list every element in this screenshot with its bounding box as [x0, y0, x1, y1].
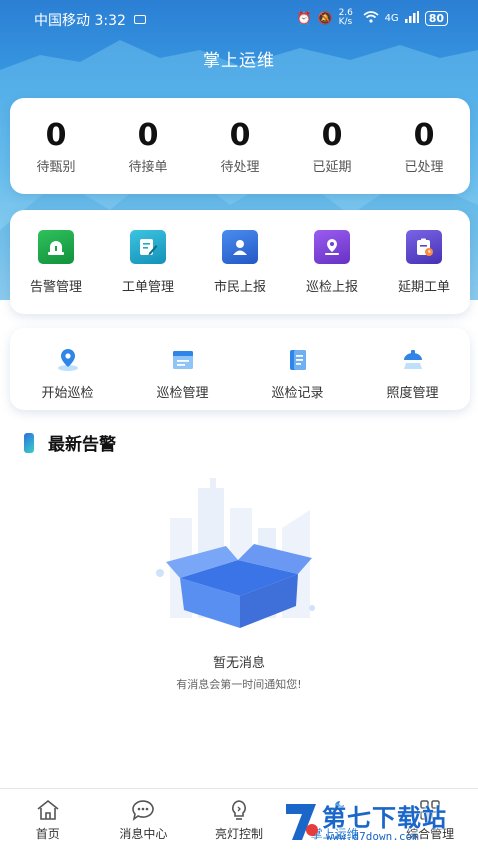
signal-type: 4G [384, 12, 399, 24]
tab-label: 首页 [35, 827, 60, 841]
lamp-icon [400, 348, 426, 372]
empty-box-illustration [150, 478, 330, 642]
watermark-logo-icon [286, 804, 318, 840]
stats-card: 0 待甄别 0 待接单 0 待处理 0 已延期 0 已处理 [10, 98, 470, 194]
tab-light-control[interactable]: 亮灯控制 [191, 789, 287, 850]
menu-label: 市民上报 [213, 280, 266, 295]
stat-pending-process[interactable]: 0 待处理 [194, 98, 286, 194]
stat-delayed[interactable]: 0 已延期 [286, 98, 378, 194]
tab-label: 消息中心 [119, 827, 168, 841]
clock: 3:32 [94, 13, 126, 29]
tab-messages[interactable]: 消息中心 [96, 789, 192, 850]
citizen-report-icon [222, 230, 258, 264]
location-report-icon [314, 230, 350, 264]
stat-label: 已处理 [404, 160, 444, 175]
menu-alarm-management[interactable]: 告警管理 [10, 210, 102, 314]
stat-label: 待甄别 [36, 160, 76, 175]
menu-label: 开始巡检 [41, 386, 94, 401]
alarm-clock-icon: ⏰ [296, 11, 312, 25]
main-menu-card: 告警管理 工单管理 市民上报 巡检上报 延期工单 [10, 210, 470, 314]
status-bar: 中国移动 3:32 ⏰ 🔕 2.6 K/s 4G 80 [0, 0, 478, 38]
notebook-icon [285, 348, 311, 372]
mute-icon: 🔕 [317, 11, 333, 25]
menu-workorder-management[interactable]: 工单管理 [102, 210, 194, 314]
delay-clipboard-icon [406, 230, 442, 264]
battery-indicator: 80 [424, 10, 448, 26]
menu-inspection-management[interactable]: 巡检管理 [125, 328, 240, 410]
menu-citizen-report[interactable]: 市民上报 [194, 210, 286, 314]
section-title: 最新告警 [48, 435, 116, 455]
edit-document-icon [130, 230, 166, 264]
stat-value: 0 [137, 118, 159, 153]
stat-processed[interactable]: 0 已处理 [378, 98, 470, 194]
folder-manage-icon [170, 348, 196, 372]
menu-label: 巡检管理 [156, 386, 209, 401]
menu-label: 告警管理 [29, 280, 82, 295]
bulb-icon [232, 800, 246, 820]
location-pin-icon [55, 348, 81, 372]
network-speed: 2.6 K/s [338, 8, 353, 27]
stat-label: 已延期 [312, 160, 352, 175]
stat-value: 0 [321, 118, 343, 153]
section-marker-icon [24, 432, 34, 453]
stat-value: 0 [413, 118, 435, 153]
stat-pending-review[interactable]: 0 待甄别 [10, 98, 102, 194]
empty-state-title: 暂无消息 [212, 656, 265, 671]
stat-pending-accept[interactable]: 0 待接单 [102, 98, 194, 194]
menu-label: 巡检记录 [271, 386, 324, 401]
home-icon [37, 799, 59, 820]
carrier-time: 中国移动 3:32 [34, 10, 147, 30]
menu-label: 巡检上报 [305, 280, 358, 295]
watermark-text: 第七下载站 [322, 804, 447, 832]
system-icons: ⏰ 🔕 2.6 K/s 4G 80 [297, 9, 448, 27]
latest-alerts-header: 最新告警 [24, 430, 116, 455]
stat-label: 待接单 [128, 160, 168, 175]
stat-value: 0 [229, 118, 251, 153]
menu-delayed-workorder[interactable]: 延期工单 [378, 210, 470, 314]
alarm-light-icon [38, 230, 74, 264]
watermark-url: www.d7down.com [326, 830, 419, 843]
notification-icon [134, 15, 147, 24]
site-watermark: 第七下载站 www.d7down.com [282, 798, 478, 850]
stat-value: 0 [45, 118, 67, 153]
menu-label: 工单管理 [121, 280, 174, 295]
chat-icon [132, 800, 155, 821]
stat-label: 待处理 [220, 160, 260, 175]
menu-label: 照度管理 [386, 386, 439, 401]
tab-home[interactable]: 首页 [0, 789, 96, 850]
menu-start-inspection[interactable]: 开始巡检 [10, 328, 125, 410]
menu-illuminance-management[interactable]: 照度管理 [355, 328, 470, 410]
signal-bars-icon [404, 10, 419, 26]
menu-inspection-records[interactable]: 巡检记录 [240, 328, 355, 410]
inspection-menu-card: 开始巡检 巡检管理 巡检记录 照度管理 [10, 328, 470, 410]
tab-label: 亮灯控制 [214, 827, 263, 841]
carrier-name: 中国移动 [34, 13, 90, 29]
wifi-icon [363, 10, 379, 26]
page-title: 掌上运维 [203, 51, 275, 71]
empty-state-subtitle: 有消息会第一时间通知您! [176, 678, 302, 691]
menu-label: 延期工单 [397, 280, 450, 295]
menu-inspection-report[interactable]: 巡检上报 [286, 210, 378, 314]
